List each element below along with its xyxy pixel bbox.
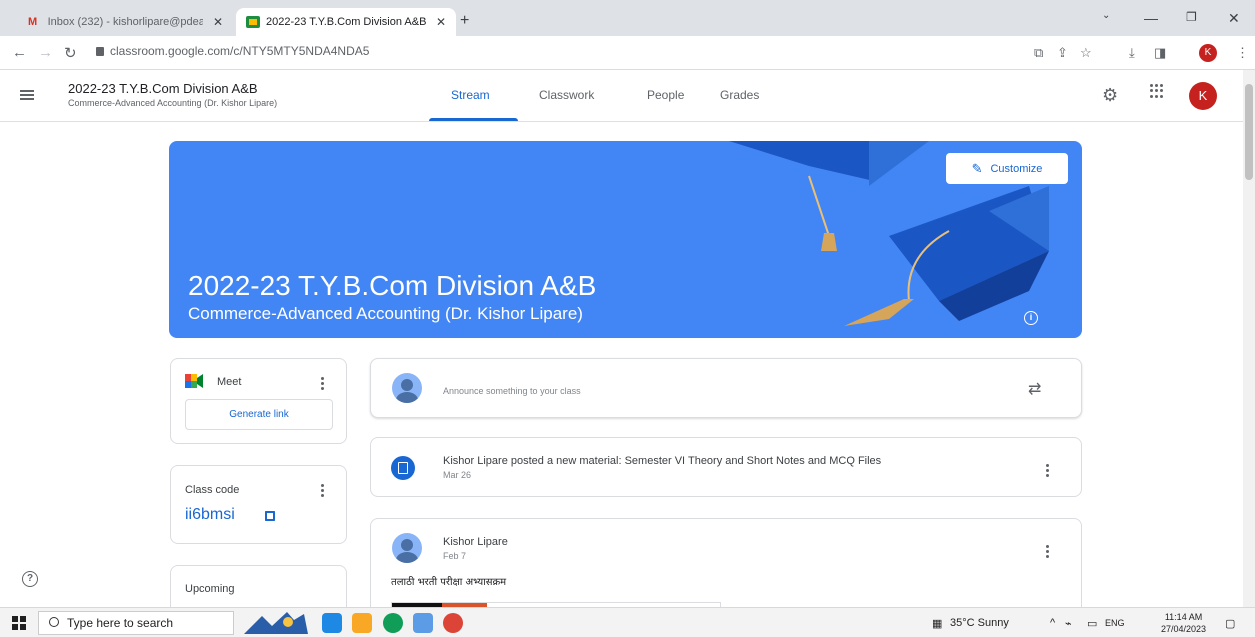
class-code-card: Class code ii6bmsi	[170, 465, 347, 544]
mail-icon[interactable]	[322, 613, 342, 633]
gear-icon[interactable]: ⚙	[1102, 85, 1118, 106]
post-date: Mar 26	[443, 470, 472, 480]
class-code-label: Class code	[185, 484, 240, 496]
back-icon[interactable]: ←	[12, 44, 27, 61]
pencil-icon: ✎	[971, 160, 983, 176]
tab-stream[interactable]: Stream	[451, 88, 490, 102]
generate-link-button[interactable]: Generate link	[185, 399, 333, 430]
tab-grades[interactable]: Grades	[720, 88, 759, 102]
scrollbar-thumb[interactable]	[1245, 84, 1253, 180]
store-icon[interactable]	[413, 613, 433, 633]
banner-title: 2022-23 T.Y.B.Com Division A&B	[188, 270, 597, 301]
meet-more-icon[interactable]	[321, 375, 325, 392]
meet-icon	[185, 374, 203, 388]
bookmark-star-icon[interactable]: ☆	[1080, 45, 1092, 61]
announce-box[interactable]: Announce something to your class ⇄	[370, 358, 1082, 418]
clock-time: 11:14 AM	[1164, 612, 1203, 622]
class-subtitle: Commerce-Advanced Accounting (Dr. Kishor…	[68, 98, 278, 108]
banner-subtitle: Commerce-Advanced Accounting (Dr. Kishor…	[188, 304, 583, 323]
taskbar-search-input[interactable]: Type here to search	[38, 611, 234, 635]
clock[interactable]: 11:14 AM 27/04/2023	[1161, 611, 1206, 635]
chevron-up-icon[interactable]: ^	[1050, 617, 1055, 629]
classroom-header: 2022-23 T.Y.B.Com Division A&B Commerce-…	[0, 70, 1255, 122]
chrome-icon[interactable]	[443, 613, 463, 633]
language-indicator[interactable]: ENG	[1105, 618, 1125, 628]
forward-icon[interactable]: →	[38, 44, 53, 61]
windows-taskbar: Type here to search ▦ 35°C Sunny ^ ⌁ ▭ E…	[0, 607, 1255, 637]
notifications-icon[interactable]: ▢	[1225, 617, 1235, 630]
post-title: Kishor Lipare posted a new material: Sem…	[443, 455, 882, 467]
browser-tab-gmail[interactable]: M Inbox (232) - kishorlipare@pdea ✕	[18, 8, 233, 36]
side-panel-icon[interactable]: ◨	[1154, 45, 1166, 61]
customize-label: Customize	[990, 162, 1043, 175]
material-icon	[391, 456, 415, 480]
upcoming-label: Upcoming	[185, 583, 235, 595]
material-post[interactable]: Kishor Lipare posted a new material: Sem…	[370, 437, 1082, 497]
close-window-icon[interactable]: ✕	[1228, 10, 1240, 27]
avatar	[392, 373, 422, 403]
browser-menu-icon[interactable]: ⋮	[1236, 45, 1249, 61]
download-icon[interactable]: ⤓	[1129, 45, 1135, 61]
file-explorer-icon[interactable]	[352, 613, 372, 633]
announcement-post: Kishor Lipare Feb 7 तलाठी भरती परीक्षा अ…	[370, 518, 1082, 618]
meet-card: Meet Generate link	[170, 358, 347, 444]
reload-icon[interactable]: ↻	[64, 44, 77, 62]
meet-label: Meet	[217, 376, 242, 388]
tab-people[interactable]: People	[647, 88, 684, 102]
fullscreen-icon[interactable]	[265, 511, 275, 521]
share-icon[interactable]: ⇪	[1057, 45, 1068, 61]
gmail-icon: M	[28, 15, 38, 28]
class-code-value: ii6bmsi	[185, 506, 235, 523]
close-tab-icon[interactable]: ✕	[436, 15, 446, 29]
close-tab-icon[interactable]: ✕	[213, 15, 223, 29]
post-more-icon[interactable]	[1046, 543, 1050, 560]
battery-icon[interactable]: ▭	[1087, 617, 1097, 630]
customize-button[interactable]: ✎ Customize	[946, 153, 1068, 184]
classroom-icon	[246, 16, 260, 28]
class-title[interactable]: 2022-23 T.Y.B.Com Division A&B	[68, 81, 258, 96]
browser-tab-strip: M Inbox (232) - kishorlipare@pdea ✕ 2022…	[0, 0, 1255, 36]
search-icon	[49, 617, 59, 627]
main-menu-icon[interactable]	[20, 90, 34, 100]
restore-icon[interactable]: ❐	[1186, 10, 1197, 24]
taskbar-art-icon	[244, 612, 308, 634]
network-icon[interactable]: ⌁	[1065, 617, 1072, 630]
weather-text[interactable]: 35°C Sunny	[950, 617, 1009, 629]
post-more-icon[interactable]	[1046, 462, 1050, 479]
search-placeholder: Type here to search	[67, 616, 174, 630]
weather-icon: ▦	[932, 618, 943, 630]
edge-icon[interactable]	[383, 613, 403, 633]
tab-search-icon[interactable]: ⌄	[1102, 10, 1110, 21]
windows-start-icon[interactable]	[12, 616, 26, 630]
lock-icon	[96, 47, 104, 56]
active-tab-indicator	[429, 118, 518, 121]
avatar	[392, 533, 422, 563]
browser-tab-classroom[interactable]: 2022-23 T.Y.B.Com Division A&B ✕	[236, 8, 456, 36]
install-icon[interactable]: ⧉	[1034, 45, 1043, 61]
google-apps-icon[interactable]	[1150, 84, 1164, 98]
tab-title: Inbox (232) - kishorlipare@pdea	[47, 16, 203, 28]
tab-classwork[interactable]: Classwork	[539, 88, 594, 102]
repost-icon[interactable]: ⇄	[1028, 379, 1041, 399]
post-body: तलाठी भरती परीक्षा अभ्यासक्रम	[391, 577, 507, 588]
clock-date: 27/04/2023	[1161, 624, 1207, 634]
browser-profile-avatar[interactable]: K	[1199, 44, 1217, 62]
help-icon[interactable]: ?	[22, 571, 38, 587]
class-banner: 2022-23 T.Y.B.Com Division A&B Commerce-…	[169, 141, 1082, 338]
minimize-icon[interactable]: —	[1144, 10, 1158, 26]
info-icon[interactable]: i	[1024, 311, 1038, 325]
tab-title: 2022-23 T.Y.B.Com Division A&B	[266, 16, 426, 28]
url-field[interactable]: classroom.google.com/c/NTY5MTY5NDA4NDA5	[96, 44, 369, 58]
class-code-more-icon[interactable]	[321, 482, 325, 499]
new-tab-button[interactable]: +	[460, 12, 469, 30]
post-author: Kishor Lipare	[443, 536, 508, 548]
account-avatar[interactable]: K	[1189, 82, 1217, 110]
address-bar-row: ← → ↻ classroom.google.com/c/NTY5MTY5NDA…	[0, 36, 1255, 70]
announce-placeholder: Announce something to your class	[443, 386, 581, 396]
post-date: Feb 7	[443, 551, 467, 561]
url-text: classroom.google.com/c/NTY5MTY5NDA4NDA5	[110, 44, 370, 58]
